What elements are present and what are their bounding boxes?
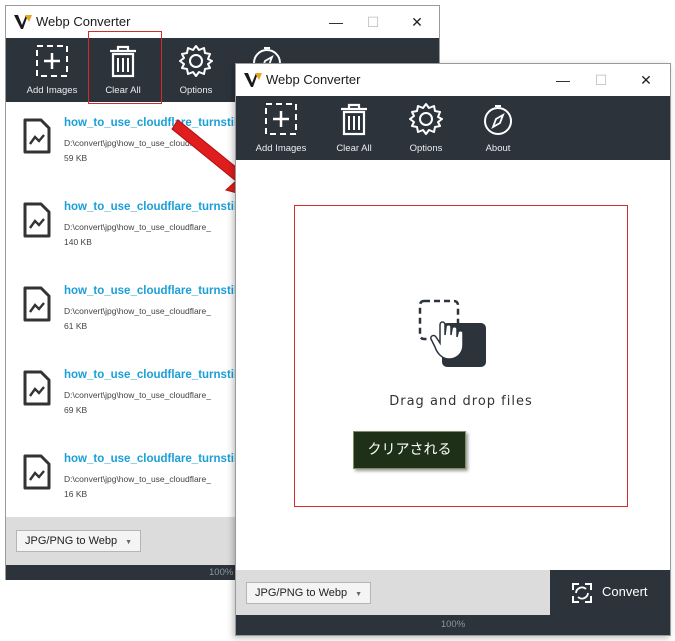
close-button[interactable]: ✕ bbox=[407, 12, 427, 32]
front-bottom-bar: JPG/PNG to Webp ▼ Convert bbox=[236, 570, 670, 615]
options-label: Options bbox=[409, 143, 443, 154]
progress-text: 100% bbox=[440, 619, 466, 630]
image-file-icon bbox=[23, 202, 51, 238]
image-file-icon bbox=[23, 118, 51, 154]
format-select-value: JPG/PNG to Webp bbox=[25, 535, 118, 547]
trash-icon bbox=[341, 103, 367, 136]
file-size: 16 KB bbox=[64, 489, 88, 499]
image-file-icon bbox=[23, 286, 51, 322]
add-images-icon bbox=[36, 45, 68, 77]
drop-instructions: Drag and drop files bbox=[389, 394, 533, 409]
add-images-label: Add Images bbox=[255, 143, 307, 154]
window-title: Webp Converter bbox=[36, 14, 131, 29]
list-item[interactable]: how_to_use_cloudflare_turnstil D:\conver… bbox=[6, 270, 236, 354]
drag-drop-icon bbox=[418, 299, 486, 367]
front-toolbar: Add Images Clear All Options About bbox=[236, 96, 670, 160]
file-size: 59 KB bbox=[64, 153, 88, 163]
file-size: 69 KB bbox=[64, 405, 88, 415]
file-size: 61 KB bbox=[64, 321, 88, 331]
front-window: Webp Converter — ☐ ✕ Add Images Clear Al… bbox=[235, 63, 671, 636]
file-path: D:\convert\jpg\how_to_use_cloudflare_ bbox=[64, 306, 211, 316]
file-name[interactable]: how_to_use_cloudflare_turnstil bbox=[64, 285, 236, 297]
list-item[interactable]: how_to_use_cloudflare_turnstil D:\conver… bbox=[6, 438, 236, 517]
format-select[interactable]: JPG/PNG to Webp ▼ bbox=[246, 582, 372, 604]
annotation-callout: クリアされる bbox=[353, 431, 466, 469]
list-item[interactable]: how_to_use_cloudflare_turnstil D:\conver… bbox=[6, 354, 236, 438]
add-images-button[interactable]: Add Images bbox=[246, 96, 316, 160]
front-status-bar: 100% bbox=[236, 615, 670, 635]
options-label: Options bbox=[179, 85, 213, 96]
convert-button[interactable]: Convert bbox=[550, 570, 670, 615]
format-select-value: JPG/PNG to Webp bbox=[255, 587, 348, 599]
window-title: Webp Converter bbox=[266, 72, 361, 87]
back-titlebar: Webp Converter — ☐ ✕ bbox=[6, 6, 439, 38]
add-images-icon bbox=[265, 103, 297, 135]
add-images-button[interactable]: Add Images bbox=[17, 38, 87, 102]
clear-all-button[interactable]: Clear All bbox=[319, 96, 389, 160]
options-button[interactable]: Options bbox=[161, 38, 231, 102]
file-path: D:\convert\jpg\how_to_use_cloudflare_ bbox=[64, 390, 211, 400]
about-label: About bbox=[485, 143, 511, 154]
maximize-button[interactable]: ☐ bbox=[363, 12, 383, 32]
file-path: D:\convert\jpg\how_to_use_cloudflare_ bbox=[64, 474, 211, 484]
file-name[interactable]: how_to_use_cloudflare_turnstil bbox=[64, 369, 236, 381]
back-bottom-bar: JPG/PNG to Webp ▼ bbox=[6, 517, 236, 565]
drop-area[interactable]: Drag and drop files クリアされる bbox=[236, 160, 670, 570]
format-select[interactable]: JPG/PNG to Webp ▼ bbox=[16, 530, 142, 552]
about-button[interactable]: About bbox=[463, 96, 533, 160]
file-size: 140 KB bbox=[64, 237, 92, 247]
file-path: D:\convert\jpg\how_to_use_cloudflare_ bbox=[64, 222, 211, 232]
chevron-down-icon: ▼ bbox=[125, 539, 133, 546]
progress-text: 100% bbox=[209, 567, 234, 578]
options-button[interactable]: Options bbox=[391, 96, 461, 160]
compass-icon bbox=[484, 105, 512, 135]
convert-icon bbox=[572, 583, 592, 603]
app-logo-icon bbox=[14, 15, 32, 29]
clear-all-label: Clear All bbox=[336, 143, 372, 154]
minimize-button[interactable]: — bbox=[553, 70, 573, 90]
gear-icon bbox=[409, 103, 443, 135]
add-images-label: Add Images bbox=[26, 85, 78, 96]
chevron-down-icon: ▼ bbox=[355, 591, 363, 598]
front-titlebar: Webp Converter — ☐ ✕ bbox=[236, 64, 670, 96]
image-file-icon bbox=[23, 454, 51, 490]
file-name[interactable]: how_to_use_cloudflare_turnstil bbox=[64, 453, 236, 465]
clear-all-highlight bbox=[88, 31, 162, 104]
close-button[interactable]: ✕ bbox=[636, 70, 656, 90]
gear-icon bbox=[179, 45, 213, 77]
app-logo-icon bbox=[244, 73, 262, 87]
maximize-button[interactable]: ☐ bbox=[591, 70, 611, 90]
convert-label: Convert bbox=[602, 584, 648, 599]
minimize-button[interactable]: — bbox=[326, 12, 346, 32]
image-file-icon bbox=[23, 370, 51, 406]
